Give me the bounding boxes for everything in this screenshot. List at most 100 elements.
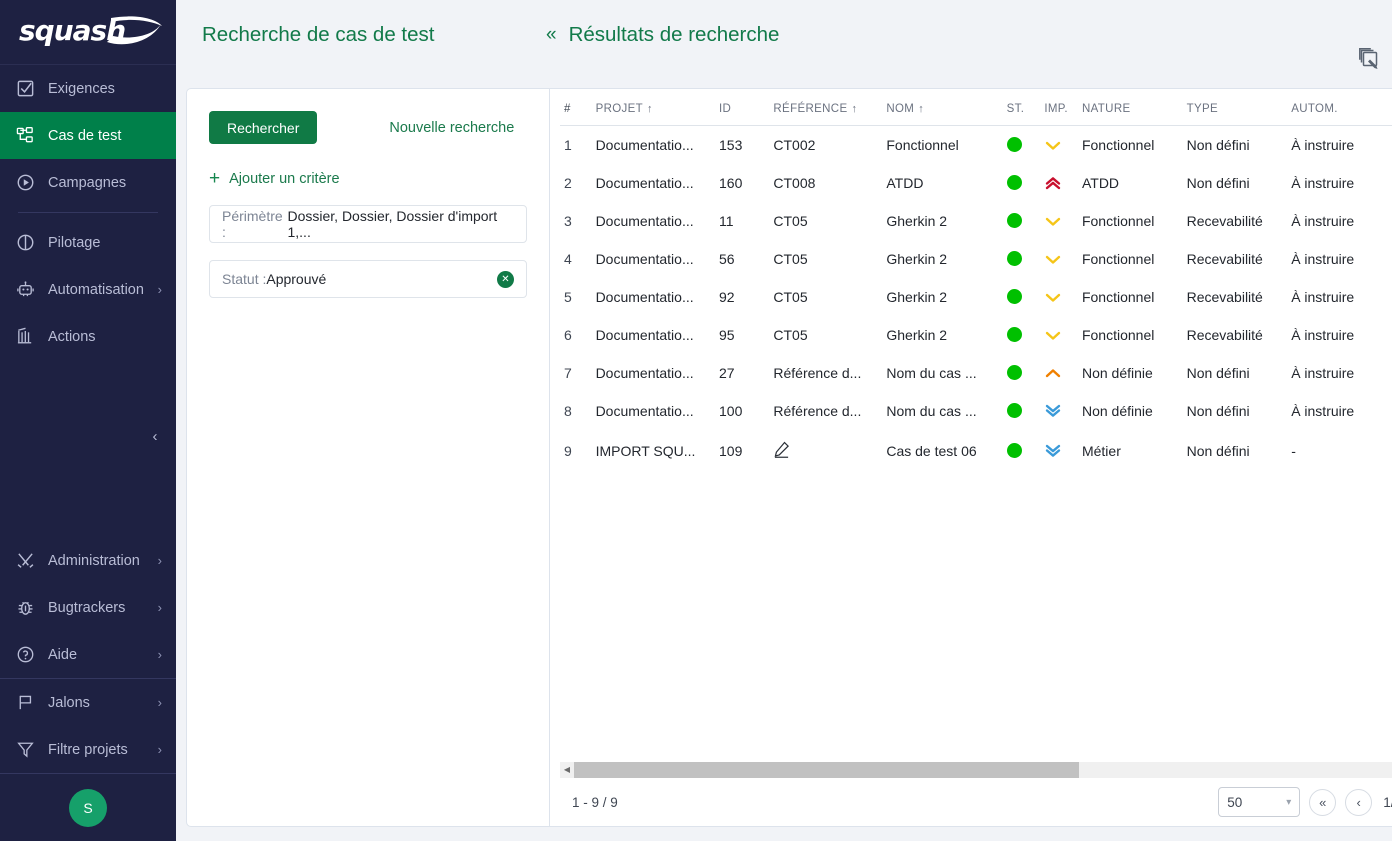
clear-criterion-icon[interactable]: ✕ bbox=[497, 271, 514, 288]
content-card: Rechercher Nouvelle recherche + Ajouter … bbox=[186, 88, 1392, 827]
scrollbar-thumb[interactable] bbox=[574, 762, 1079, 778]
first-page-button[interactable]: « bbox=[1309, 789, 1336, 816]
sidebar-item-automatisation[interactable]: Automatisation › bbox=[0, 266, 176, 313]
app-logo[interactable]: squash bbox=[0, 0, 176, 65]
sidebar-item-administration[interactable]: Administration › bbox=[0, 537, 176, 584]
table-row[interactable]: 4Documentatio...56CT05Gherkin 2Fonctionn… bbox=[560, 240, 1392, 278]
column-header-ref[interactable]: RÉFÉRENCE↑ bbox=[773, 89, 886, 126]
table-row[interactable]: 3Documentatio...11CT05Gherkin 2Fonctionn… bbox=[560, 202, 1392, 240]
scroll-left-icon[interactable]: ◀ bbox=[560, 766, 574, 774]
page-size-select[interactable]: 50 ▾ bbox=[1218, 787, 1300, 817]
chevron-right-icon: › bbox=[158, 283, 162, 296]
table-row[interactable]: 8Documentatio...100Référence d...Nom du … bbox=[560, 392, 1392, 430]
sidebar-item-actions[interactable]: Actions bbox=[0, 313, 176, 360]
status-dot bbox=[1007, 392, 1045, 430]
table-row[interactable]: 7Documentatio...27Référence d...Nom du c… bbox=[560, 354, 1392, 392]
column-header-idx[interactable]: # bbox=[560, 89, 596, 126]
cell-type: Recevabilité bbox=[1187, 316, 1292, 354]
cell-nom: Gherkin 2 bbox=[886, 278, 1006, 316]
duplicate-edit-icon[interactable] bbox=[1357, 46, 1383, 72]
chevron-right-icon: › bbox=[158, 743, 162, 756]
cell-proj: Documentatio... bbox=[596, 392, 719, 430]
cell-idx: 8 bbox=[560, 392, 596, 430]
page-title: Recherche de cas de test bbox=[202, 23, 434, 47]
chevron-down-icon: ▾ bbox=[1286, 797, 1291, 808]
cell-id: 160 bbox=[719, 164, 773, 202]
column-header-imp[interactable]: IMP. bbox=[1044, 89, 1082, 126]
new-search-button[interactable]: Nouvelle recherche bbox=[389, 120, 514, 136]
sidebar-item-label: Campagnes bbox=[48, 175, 162, 191]
column-header-auto[interactable]: AUTOM. bbox=[1291, 89, 1392, 126]
status-green-icon bbox=[1007, 251, 1022, 266]
testcase-icon bbox=[14, 125, 36, 147]
status-green-icon bbox=[1007, 365, 1022, 380]
sidebar-item-cas-de-test[interactable]: Cas de test bbox=[0, 112, 176, 159]
page-size-value: 50 bbox=[1227, 795, 1242, 810]
chevron-right-icon: › bbox=[158, 696, 162, 709]
sidebar-item-bugtrackers[interactable]: Bugtrackers › bbox=[0, 584, 176, 631]
sidebar-collapse-button[interactable]: ‹ bbox=[144, 425, 166, 447]
status-green-icon bbox=[1007, 213, 1022, 228]
sidebar-item-jalons[interactable]: Jalons › bbox=[0, 679, 176, 726]
cell-type: Recevabilité bbox=[1187, 278, 1292, 316]
table-row[interactable]: 9IMPORT SQU...109Cas de test 06MétierNon… bbox=[560, 430, 1392, 472]
plus-icon: + bbox=[209, 169, 220, 188]
criterion-statut[interactable]: Statut : Approuvé ✕ bbox=[209, 260, 527, 298]
search-panel: Rechercher Nouvelle recherche + Ajouter … bbox=[187, 89, 550, 826]
prev-page-button[interactable]: ‹ bbox=[1345, 789, 1372, 816]
page-indicator: 1/1 bbox=[1381, 795, 1392, 810]
cell-type: Recevabilité bbox=[1187, 240, 1292, 278]
cell-proj: Documentatio... bbox=[596, 164, 719, 202]
scrollbar-track[interactable] bbox=[574, 762, 1392, 778]
importance-low-icon bbox=[1044, 202, 1082, 240]
criterion-perimetre[interactable]: Périmètre : Dossier, Dossier, Dossier d'… bbox=[209, 205, 527, 243]
status-green-icon bbox=[1007, 175, 1022, 190]
column-header-label: NOM bbox=[886, 103, 914, 115]
table-row[interactable]: 6Documentatio...95CT05Gherkin 2Fonctionn… bbox=[560, 316, 1392, 354]
edit-reference-icon[interactable] bbox=[773, 430, 886, 472]
status-green-icon bbox=[1007, 327, 1022, 342]
cell-ref: CT05 bbox=[773, 278, 886, 316]
avatar[interactable]: S bbox=[69, 789, 107, 827]
column-header-label: PROJET bbox=[596, 103, 643, 115]
table-row[interactable]: 5Documentatio...92CT05Gherkin 2Fonctionn… bbox=[560, 278, 1392, 316]
results-table-scroll[interactable]: #PROJET ↑ IDRÉFÉRENCE↑NOM ↑ ST.IMP.NATURETYP… bbox=[550, 89, 1392, 762]
column-header-nat[interactable]: NATURE bbox=[1082, 89, 1187, 126]
cell-nom: Cas de test 06 bbox=[886, 430, 1006, 472]
cell-ref: CT008 bbox=[773, 164, 886, 202]
sort-asc-icon[interactable]: ↑ bbox=[647, 103, 653, 115]
cell-proj: Documentatio... bbox=[596, 240, 719, 278]
column-header-nom[interactable]: NOM ↑ bbox=[886, 89, 1006, 126]
column-header-id[interactable]: ID bbox=[719, 89, 773, 126]
column-header-proj[interactable]: PROJET ↑ bbox=[596, 89, 719, 126]
importance-low-icon bbox=[1044, 316, 1082, 354]
table-row[interactable]: 1Documentatio...153CT002FonctionnelFonct… bbox=[560, 126, 1392, 165]
column-header-type[interactable]: TYPE bbox=[1187, 89, 1292, 126]
status-green-icon bbox=[1007, 137, 1022, 152]
results-table-head: #PROJET ↑ IDRÉFÉRENCE↑NOM ↑ ST.IMP.NATURETYP… bbox=[560, 89, 1392, 126]
sidebar-item-pilotage[interactable]: Pilotage bbox=[0, 219, 176, 266]
sidebar-item-label: Bugtrackers bbox=[48, 600, 152, 616]
cell-idx: 4 bbox=[560, 240, 596, 278]
sidebar-item-filtre-projets[interactable]: Filtre projets › bbox=[0, 726, 176, 773]
add-criteria-button[interactable]: + Ajouter un critère bbox=[209, 169, 527, 188]
sidebar-item-aide[interactable]: Aide › bbox=[0, 631, 176, 678]
collapse-panel-button[interactable]: « bbox=[546, 25, 557, 44]
chevron-right-icon: › bbox=[158, 554, 162, 567]
results-table: #PROJET ↑ IDRÉFÉRENCE↑NOM ↑ ST.IMP.NATURETYP… bbox=[560, 89, 1392, 472]
search-button[interactable]: Rechercher bbox=[209, 111, 317, 144]
cell-auto: - bbox=[1291, 430, 1392, 472]
cell-nom: Gherkin 2 bbox=[886, 202, 1006, 240]
status-dot bbox=[1007, 202, 1045, 240]
cell-idx: 9 bbox=[560, 430, 596, 472]
cell-auto: À instruire bbox=[1291, 164, 1392, 202]
sidebar-item-campagnes[interactable]: Campagnes bbox=[0, 159, 176, 206]
robot-icon bbox=[14, 279, 36, 301]
cell-proj: Documentatio... bbox=[596, 354, 719, 392]
sidebar-item-exigences[interactable]: Exigences bbox=[0, 65, 176, 112]
horizontal-scrollbar[interactable]: ◀ ▶ bbox=[560, 762, 1392, 778]
column-header-st[interactable]: ST. bbox=[1007, 89, 1045, 126]
table-row[interactable]: 2Documentatio...160CT008ATDDATDDNon défi… bbox=[560, 164, 1392, 202]
sort-asc-icon[interactable]: ↑ bbox=[918, 103, 924, 115]
sort-asc-icon[interactable]: ↑ bbox=[851, 103, 857, 115]
